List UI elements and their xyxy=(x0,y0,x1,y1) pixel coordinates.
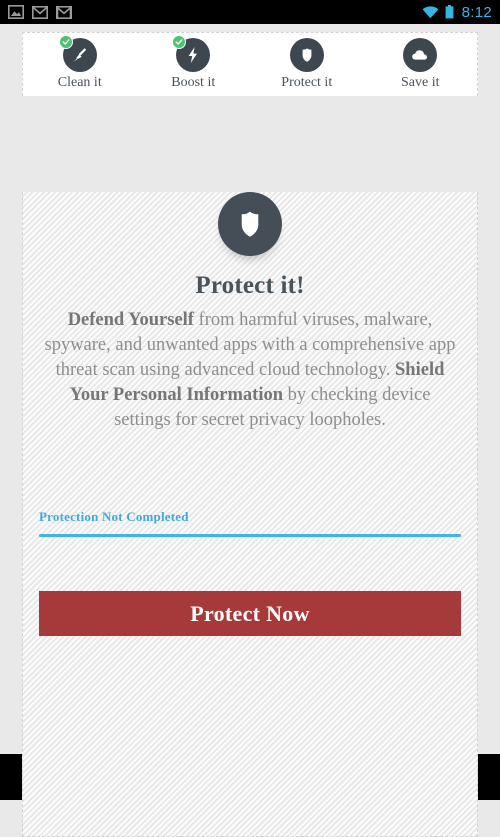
shield-icon xyxy=(289,38,324,72)
status-bar-notification-icons xyxy=(8,5,72,19)
feature-tab-bar: Clean it Boost it Protect it Save it xyxy=(22,32,478,96)
cta-wrap: Protect Now xyxy=(39,591,461,636)
cloud-icon xyxy=(403,38,438,72)
tab-clean-it[interactable]: Clean it xyxy=(23,33,137,96)
gmail-icon xyxy=(56,5,72,19)
tab-protect-it-label: Protect it xyxy=(281,75,333,90)
tab-boost-it-label: Boost it xyxy=(171,75,216,90)
app-screen: Clean it Boost it Protect it Save it Pro… xyxy=(0,24,500,837)
tab-clean-it-icon-wrap xyxy=(58,35,97,72)
status-bar-system-icons: 8:12 xyxy=(422,4,492,21)
protection-status-block: Protection Not Completed xyxy=(39,509,461,537)
protection-progress-bar xyxy=(39,534,461,537)
tab-boost-it[interactable]: Boost it xyxy=(137,33,251,96)
feature-content-panel: Protect it! Defend Yourself from harmful… xyxy=(22,192,478,837)
wifi-icon xyxy=(422,5,439,19)
hero-description: Defend Yourself from harmful viruses, ma… xyxy=(44,308,456,433)
battery-icon xyxy=(445,5,454,19)
tab-save-it-icon-wrap xyxy=(403,38,438,72)
tab-boost-it-icon-wrap xyxy=(172,35,211,72)
hero-description-bold-1: Defend Yourself xyxy=(67,310,194,330)
photo-icon xyxy=(8,5,24,19)
tab-save-it-label: Save it xyxy=(401,75,440,90)
protect-now-button[interactable]: Protect Now xyxy=(39,591,461,636)
tab-clean-it-label: Clean it xyxy=(57,75,102,90)
tab-protect-it-icon-wrap xyxy=(289,38,324,72)
tab-protect-it[interactable]: Protect it xyxy=(250,33,364,96)
tab-clean-it-completed-badge xyxy=(58,35,73,49)
protection-status-label: Protection Not Completed xyxy=(39,509,189,524)
hero-icon-wrap xyxy=(31,192,469,256)
tab-save-it[interactable]: Save it xyxy=(364,33,478,96)
status-bar-clock: 8:12 xyxy=(461,3,492,21)
shield-icon xyxy=(218,192,282,256)
page-title: Protect it! xyxy=(195,272,305,299)
mail-icon xyxy=(32,5,48,19)
status-bar: 8:12 xyxy=(0,0,500,24)
